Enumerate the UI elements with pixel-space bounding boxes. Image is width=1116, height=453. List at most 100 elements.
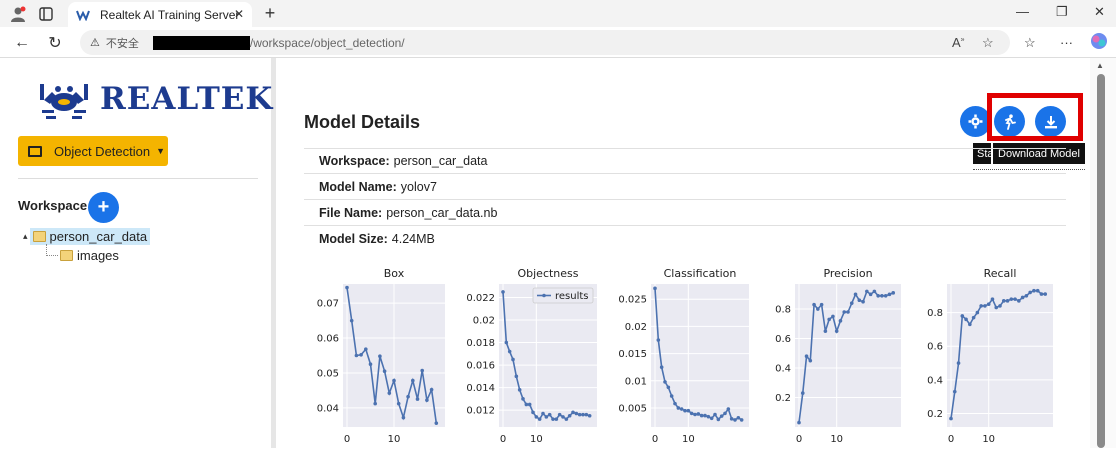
data-point	[865, 289, 869, 294]
data-point	[1028, 290, 1032, 295]
data-point	[382, 369, 387, 373]
tree-node-images[interactable]: images	[60, 248, 119, 263]
y-tick-label: 0.012	[466, 406, 495, 417]
expand-icon[interactable]: ▴	[23, 231, 28, 242]
category-dropdown-button[interactable]: Object Detection ▼	[18, 136, 168, 166]
data-point	[713, 412, 717, 417]
data-point	[425, 398, 429, 402]
close-window-icon[interactable]: ✕	[1094, 4, 1105, 20]
data-point	[816, 307, 820, 311]
data-point	[868, 292, 873, 297]
close-tab-icon[interactable]: ✕	[234, 7, 244, 21]
more-icon[interactable]: ···	[1060, 35, 1073, 50]
add-workspace-button[interactable]: +	[88, 192, 119, 223]
data-point	[964, 317, 968, 322]
data-point	[673, 401, 677, 406]
profile-icon[interactable]	[6, 2, 30, 26]
x-tick-label: 0	[796, 434, 802, 445]
data-point	[354, 353, 359, 358]
data-point	[541, 411, 545, 416]
data-point	[804, 354, 809, 359]
data-point	[739, 418, 744, 422]
data-point	[581, 412, 585, 417]
scrollbar[interactable]: ▲	[1090, 58, 1116, 448]
info-value: person_car_data	[393, 154, 488, 168]
data-point	[557, 412, 562, 417]
sidebar: REALTEK Object Detection ▼ Workspace + ▴…	[0, 58, 276, 448]
data-point	[800, 391, 805, 395]
chart-svg: Precision 0.2 0.4 0.6 0.8 0 10	[775, 267, 901, 445]
y-tick-label: 0.01	[625, 376, 647, 387]
restore-icon[interactable]: ❐	[1056, 4, 1068, 20]
data-point	[838, 319, 843, 323]
data-point	[857, 298, 862, 303]
data-point	[983, 304, 987, 308]
info-label: Model Size:	[319, 232, 388, 246]
y-tick-label: 0.8	[927, 308, 943, 319]
data-point	[696, 412, 701, 416]
y-tick-label: 0.05	[317, 368, 339, 379]
tab-active[interactable]: Realtek AI Training Server ✕	[68, 2, 252, 27]
tree-node-root[interactable]: ▴ person_car_data	[23, 228, 151, 245]
data-point	[1020, 295, 1025, 300]
scroll-up-icon[interactable]: ▲	[1096, 61, 1104, 70]
data-point	[656, 338, 661, 342]
y-tick-label: 0.4	[927, 375, 943, 386]
data-point	[971, 315, 976, 320]
minimize-icon[interactable]: —	[1016, 4, 1029, 19]
data-point	[736, 415, 741, 420]
legend-marker	[542, 293, 546, 298]
data-point	[960, 314, 965, 318]
data-point	[1013, 297, 1017, 301]
data-point	[979, 304, 983, 308]
info-row-workspace: Workspace: person_car_data	[304, 148, 1066, 174]
data-point	[501, 290, 505, 294]
workspace-label: Workspace	[18, 198, 88, 213]
tree-connector	[46, 244, 58, 256]
data-point	[703, 413, 707, 418]
url-path: /workspace/object_detection/	[249, 35, 405, 50]
data-point	[524, 402, 529, 407]
data-point	[504, 340, 509, 345]
data-point	[511, 357, 515, 362]
y-tick-label: 0.4	[775, 364, 791, 375]
data-point	[679, 407, 684, 411]
new-tab-icon[interactable]: +	[259, 2, 281, 24]
read-aloud-icon[interactable]: A»	[952, 35, 965, 50]
data-point	[827, 317, 831, 322]
url-bar[interactable]: ⚠ 不安全 /workspace/object_detection/ A» ☆	[80, 30, 1010, 55]
data-point	[411, 378, 415, 383]
data-point	[534, 415, 539, 419]
refresh-icon[interactable]: ↻	[43, 31, 67, 55]
data-point	[1017, 299, 1021, 303]
warning-icon[interactable]: ⚠	[90, 36, 100, 49]
chart-precision: Precision 0.2 0.4 0.6 0.8 0 10	[759, 261, 924, 448]
data-point	[842, 310, 847, 314]
chart-svg: Box 0.04 0.05 0.06 0.07 0 10	[317, 267, 445, 445]
data-point	[706, 414, 711, 419]
data-point	[723, 411, 727, 416]
data-point	[726, 407, 731, 411]
data-point	[396, 401, 401, 406]
info-row-model-size: Model Size: 4.24MB	[304, 226, 1066, 252]
chart-title: Objectness	[517, 267, 578, 280]
favorite-star-icon[interactable]: ☆	[982, 35, 994, 51]
back-icon[interactable]: ←	[10, 31, 34, 55]
page-title: Model Details	[304, 112, 421, 132]
legend-label: results	[555, 291, 589, 302]
data-point	[676, 406, 681, 410]
info-value: person_car_data.nb	[386, 205, 498, 220]
data-point	[834, 329, 839, 333]
y-tick-label: 0.04	[317, 403, 339, 414]
data-point	[1032, 288, 1036, 293]
tab-actions-icon[interactable]	[34, 2, 58, 26]
data-point	[345, 285, 349, 290]
scroll-thumb[interactable]	[1097, 74, 1105, 448]
x-tick-label: 10	[530, 434, 543, 445]
data-point	[359, 353, 363, 357]
data-point	[507, 349, 512, 354]
data-point	[853, 292, 858, 297]
favorites-icon[interactable]: ☆	[1024, 35, 1036, 51]
copilot-icon[interactable]	[1090, 32, 1108, 53]
plot-area	[651, 284, 749, 427]
